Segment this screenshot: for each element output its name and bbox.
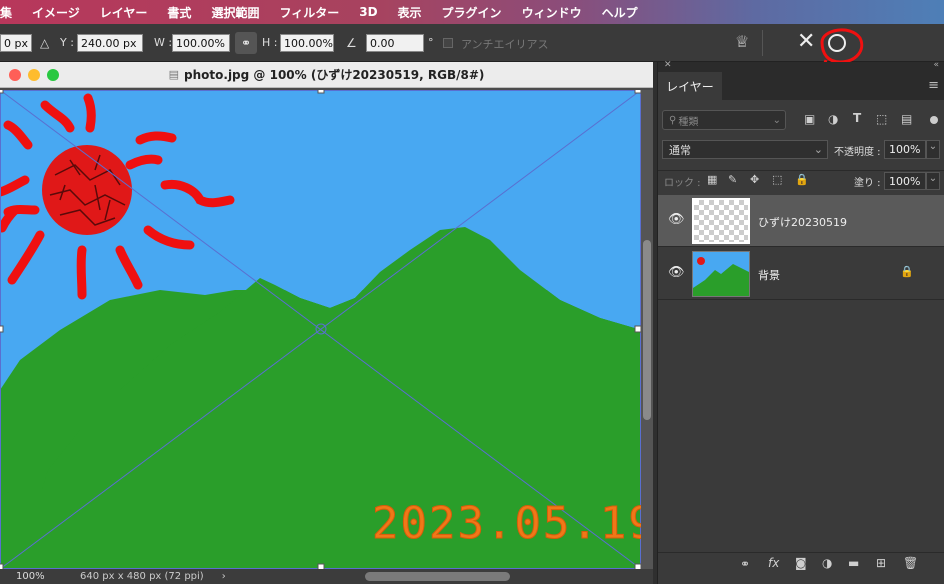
w-label: W : [154,36,173,49]
angle-icon: ∠ [346,36,357,50]
y-field[interactable]: 240.00 px [77,34,143,52]
menu-image[interactable]: イメージ [32,4,80,21]
add-mask-icon[interactable]: ◙ [795,556,807,570]
menu-filter[interactable]: フィルター [279,4,339,21]
y-label: Y : [60,36,74,49]
degree-label: ° [428,36,434,49]
x-field[interactable]: 0 px [0,34,32,52]
shape-filter-icon[interactable]: ⬚ [876,112,887,126]
date-stamp: 2023.05.19 [372,498,641,549]
blend-mode-value: 通常 [669,143,691,157]
minimize-window-button[interactable] [28,69,40,81]
new-group-icon[interactable]: ▬ [848,556,859,570]
commit-transform-icon[interactable] [828,34,846,52]
lock-all-icon[interactable]: 🔒 [795,173,809,186]
menu-help[interactable]: ヘルプ [602,4,638,21]
layer-name[interactable]: ひずけ20230519 [758,214,847,230]
layer-row[interactable]: 👁 背景 🔒 [658,248,944,300]
document-title: photo.jpg @ 100% (ひずけ20230519, RGB/8#) [184,68,485,82]
link-layers-icon[interactable]: ⚭ [740,557,750,571]
chevron-right-icon[interactable]: › [222,571,226,582]
cancel-transform-icon[interactable]: ✕ [797,29,815,54]
fill-field[interactable]: 100% [884,172,926,190]
tab-layers[interactable]: レイヤー [658,72,722,100]
layer-thumbnail [692,198,750,244]
lock-icon: 🔒 [900,265,914,278]
close-window-button[interactable] [9,69,21,81]
w-field[interactable]: 100.00% [172,34,230,52]
close-panel-icon[interactable]: ✕ [664,60,672,70]
chevron-down-icon: ⌄ [813,143,823,156]
fill-label: 塗り : [854,178,881,189]
fx-icon[interactable]: fx [768,556,779,570]
type-filter-icon[interactable]: T [853,111,861,125]
opacity-dropdown-icon[interactable]: ⌄ [926,140,940,159]
menu-window[interactable]: ウィンドウ [522,4,582,21]
menu-plugins[interactable]: プラグイン [442,4,502,21]
visibility-eye-icon[interactable]: 👁 [668,265,685,280]
options-bar: 0 px △ Y : 240.00 px W : 100.00% ⚭ H : 1… [0,24,944,62]
lock-image-icon[interactable]: ✎ [728,173,737,186]
panel-menu-icon[interactable]: ≡ [928,78,939,93]
menu-edit[interactable]: 集 [0,4,12,21]
zoom-window-button[interactable] [47,69,59,81]
document-size: 640 px x 480 px (72 ppi) [80,571,204,582]
blend-mode-select[interactable]: 通常 ⌄ [662,140,828,159]
layers-panel: ✕ « レイヤー ≡ ⚲ 種類 ⌄ ▣ ◑ T ⬚ ▤ 通常 ⌄ 不透明度 : … [657,60,944,584]
angle-field[interactable]: 0.00 [366,34,424,52]
zoom-level[interactable]: 100% [16,571,60,582]
lock-artboard-icon[interactable]: ⬚ [772,173,782,186]
layer-filter-select[interactable]: ⚲ 種類 ⌄ [662,110,786,130]
menu-select[interactable]: 選択範囲 [211,4,259,21]
h-field[interactable]: 100.00% [280,34,334,52]
menu-view[interactable]: 表示 [398,4,422,21]
file-icon: ▤ [168,68,180,81]
menu-type[interactable]: 書式 [167,4,191,21]
fill-dropdown-icon[interactable]: ⌄ [926,172,940,190]
h-label: H : [262,36,278,49]
menu-bar: 集 イメージ レイヤー 書式 選択範囲 フィルター 3D 表示 プラグイン ウィ… [0,0,944,24]
opacity-label: 不透明度 : [834,147,881,158]
background-thumbnail-art [693,252,749,296]
opacity-field[interactable]: 100% [884,140,926,159]
sun [42,145,132,235]
layer-name[interactable]: 背景 [758,267,780,283]
warp-icon[interactable]: ♕ [735,32,749,51]
filter-toggle-icon[interactable] [930,116,938,124]
divider [762,30,763,56]
adjustment-filter-icon[interactable]: ◑ [828,112,838,126]
menu-layer[interactable]: レイヤー [100,4,148,21]
collapse-panel-icon[interactable]: « [933,60,939,70]
trash-icon[interactable]: 🗑 [903,556,918,570]
vertical-scroll-thumb[interactable] [643,240,651,420]
link-icon[interactable]: ⚭ [235,32,257,54]
filter-kind-label: 種類 [678,116,699,128]
document-window: ▤ photo.jpg @ 100% (ひずけ20230519, RGB/8#) [0,62,653,584]
status-bar: 100% 640 px x 480 px (72 ppi) › [0,569,653,584]
lock-transparent-icon[interactable]: ▦ [707,173,717,186]
document-titlebar: ▤ photo.jpg @ 100% (ひずけ20230519, RGB/8#) [0,62,653,88]
image-filter-icon[interactable]: ▣ [804,112,815,126]
antialias-label: アンチエイリアス [461,38,549,51]
triangle-icon: △ [40,36,50,50]
layer-thumbnail [692,251,750,297]
vertical-scrollbar[interactable] [641,90,653,569]
image-canvas[interactable]: 2023.05.19 [0,90,641,569]
chevron-down-icon: ⌄ [772,114,781,126]
horizontal-scroll-thumb[interactable] [365,572,510,581]
new-layer-icon[interactable]: ⊞ [876,556,886,570]
smart-object-filter-icon[interactable]: ▤ [901,112,912,126]
lock-position-icon[interactable]: ✥ [750,173,759,186]
menu-3d[interactable]: 3D [359,5,377,19]
adjustment-layer-icon[interactable]: ◑ [822,556,832,570]
visibility-eye-icon[interactable]: 👁 [668,212,685,227]
lock-label: ロック : [664,178,701,189]
layer-row[interactable]: 👁 ひずけ20230519 [658,195,944,247]
canvas-artwork: 2023.05.19 [0,90,641,569]
search-icon: ⚲ [669,114,677,126]
antialias-checkbox[interactable] [443,38,453,48]
